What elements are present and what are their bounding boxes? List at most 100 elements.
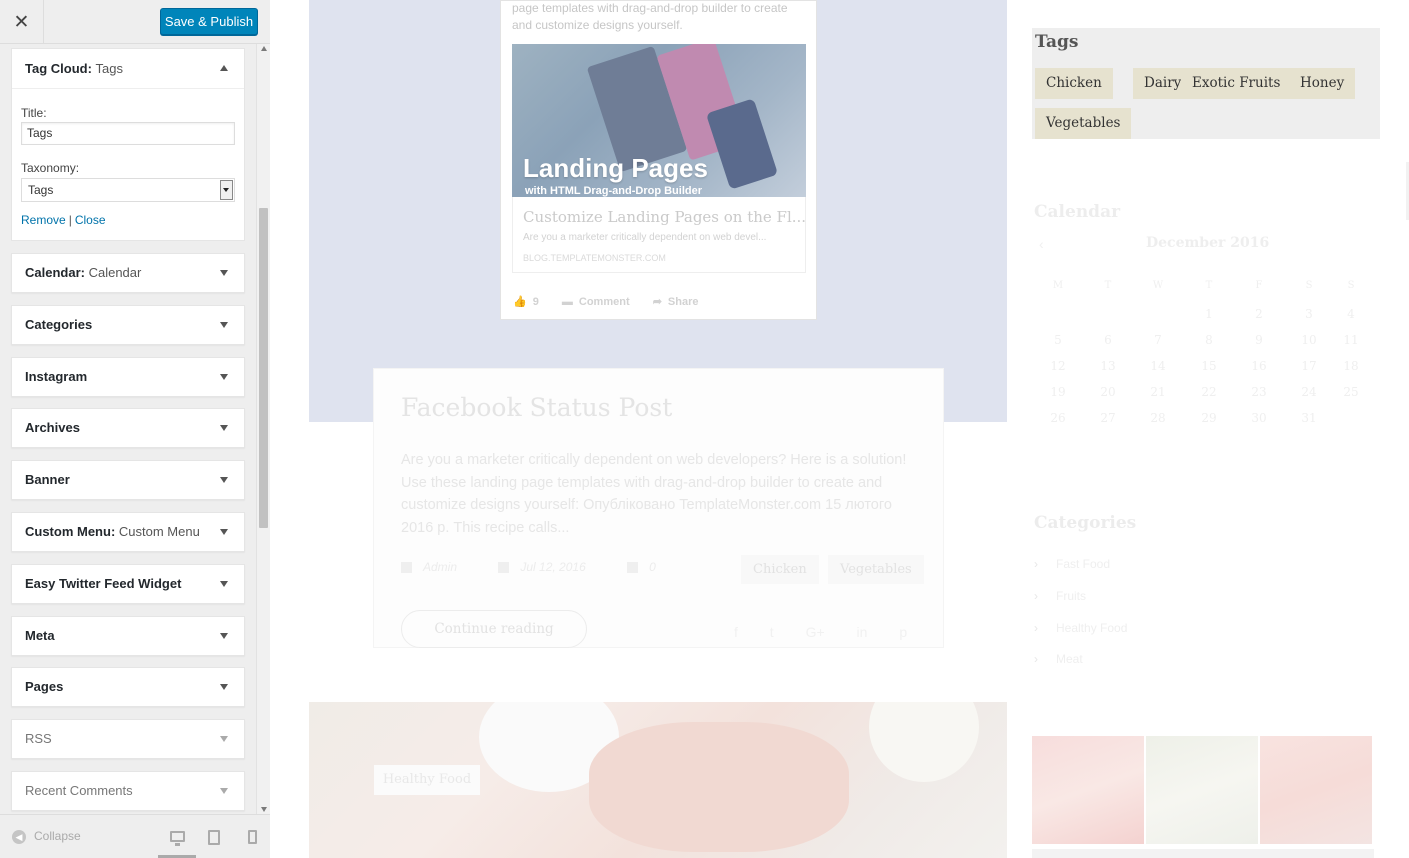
- widget-item[interactable]: Instagram: [11, 357, 245, 397]
- category-badge[interactable]: Healthy Food: [374, 765, 480, 795]
- category-item[interactable]: › Healthy Food: [1034, 621, 1127, 635]
- widget-subtitle: Custom Menu: [118, 524, 200, 539]
- post-tag[interactable]: Vegetables: [828, 555, 924, 584]
- widget-title: Archives: [25, 409, 80, 447]
- post-tag[interactable]: Chicken: [741, 555, 819, 584]
- widget-item[interactable]: Custom Menu: Custom Menu: [11, 512, 245, 552]
- taxonomy-value: Tags: [28, 183, 54, 197]
- google-plus-icon[interactable]: G+: [806, 624, 825, 640]
- tag-chip[interactable]: Chicken: [1035, 68, 1113, 99]
- instagram-photo[interactable]: [1032, 736, 1144, 844]
- landing-pages-image[interactable]: Landing Pages with HTML Drag-and-Drop Bu…: [512, 44, 806, 197]
- calendar-day: 15: [1201, 359, 1217, 373]
- post-comments[interactable]: 0: [649, 560, 656, 574]
- tablet-preview-icon[interactable]: [208, 830, 220, 845]
- category-label: Fruits: [1056, 589, 1086, 603]
- widget-title: Instagram: [25, 358, 87, 396]
- thumbs-up-icon: 👍: [513, 296, 527, 308]
- chevron-down-icon[interactable]: [220, 270, 228, 276]
- device-shape: [705, 98, 779, 190]
- fb-link-title[interactable]: Customize Landing Pages on the Fl...: [523, 208, 806, 226]
- fb-actions: 👍 9 ▬ Comment ➦ Share: [513, 295, 718, 308]
- calendar-day: 12: [1050, 359, 1066, 373]
- chevron-down-icon[interactable]: [220, 633, 228, 639]
- comment-icon: [627, 562, 639, 574]
- category-item[interactable]: › Fruits: [1034, 589, 1086, 603]
- tag-chip[interactable]: Exotic Fruits: [1181, 68, 1292, 99]
- linkedin-icon[interactable]: in: [857, 624, 868, 640]
- chevron-down-icon[interactable]: [220, 425, 228, 431]
- widget-title: Easy Twitter Feed Widget: [25, 565, 181, 603]
- close-icon[interactable]: ✕: [0, 0, 44, 44]
- widget-item[interactable]: Meta: [11, 616, 245, 656]
- widget-item[interactable]: Calendar: Calendar: [11, 253, 245, 293]
- chevron-down-icon[interactable]: [220, 477, 228, 483]
- chevron-down-icon[interactable]: [220, 788, 228, 794]
- chevron-down-icon[interactable]: [220, 322, 228, 328]
- chevron-down-icon[interactable]: [220, 581, 228, 587]
- collapse-button[interactable]: ◀ Collapse: [12, 829, 81, 844]
- widget-actions: Remove | Close: [21, 213, 106, 227]
- pinterest-icon[interactable]: p: [899, 624, 907, 640]
- sidebar-scrollbar[interactable]: [256, 44, 270, 814]
- chevron-down-icon[interactable]: [220, 529, 228, 535]
- twitter-icon[interactable]: t: [770, 624, 774, 640]
- tag-chip[interactable]: Honey: [1289, 68, 1356, 99]
- site-preview: page templates with drag-and-drop builde…: [271, 0, 1409, 858]
- widget-subtitle: Calendar: [88, 265, 142, 280]
- calendar-day: 23: [1251, 385, 1267, 399]
- comment-label: Comment: [578, 296, 630, 308]
- post-date: Jul 12, 2016: [520, 560, 586, 574]
- share-button[interactable]: ➦ Share: [653, 295, 699, 308]
- category-item[interactable]: › Meat: [1034, 652, 1083, 666]
- chevron-down-icon[interactable]: [220, 180, 233, 200]
- widget-item[interactable]: Categories: [11, 305, 245, 345]
- calendar-prev-icon[interactable]: ‹: [1039, 236, 1044, 252]
- taxonomy-label: Taxonomy:: [21, 161, 80, 175]
- sidebar-header: ✕ Save & Publish: [0, 0, 270, 44]
- like-button[interactable]: 👍 9: [513, 295, 539, 308]
- instagram-photo[interactable]: [1260, 736, 1372, 844]
- widget-title: Banner: [25, 461, 70, 499]
- remove-link[interactable]: Remove: [21, 213, 66, 227]
- taxonomy-select[interactable]: Tags: [21, 178, 235, 202]
- widget-item[interactable]: Easy Twitter Feed Widget: [11, 564, 245, 604]
- calendar-weekday: T: [1104, 280, 1112, 291]
- tag-chip[interactable]: Vegetables: [1035, 108, 1132, 139]
- calendar-day: 31: [1301, 411, 1317, 425]
- save-publish-button[interactable]: Save & Publish: [160, 8, 258, 35]
- collapse-label: Collapse: [34, 829, 81, 843]
- widget-item[interactable]: Recent Comments: [11, 771, 245, 811]
- title-field[interactable]: Tags: [21, 122, 235, 145]
- widget-item[interactable]: Pages: [11, 667, 245, 707]
- scrollbar-thumb[interactable]: [259, 208, 268, 528]
- post-title[interactable]: Facebook Status Post: [401, 393, 672, 422]
- mobile-preview-icon[interactable]: [248, 830, 257, 844]
- category-item[interactable]: › Fast Food: [1034, 557, 1110, 571]
- calendar-day: 19: [1050, 385, 1066, 399]
- scroll-down-icon[interactable]: [261, 807, 267, 812]
- widget-tag-cloud-header[interactable]: Tag Cloud: Tags: [12, 49, 244, 89]
- chevron-down-icon[interactable]: [220, 684, 228, 690]
- chevron-up-icon[interactable]: [220, 65, 228, 71]
- comment-button[interactable]: ▬ Comment: [562, 296, 630, 308]
- facebook-icon[interactable]: f: [734, 624, 738, 640]
- calendar-icon: [498, 562, 510, 574]
- desktop-preview-icon[interactable]: [170, 831, 185, 846]
- widget-item[interactable]: Banner: [11, 460, 245, 500]
- widget-name: Calendar:: [25, 265, 85, 280]
- image-shape: [589, 722, 849, 852]
- continue-reading-button[interactable]: Continue reading: [401, 610, 587, 648]
- chevron-down-icon[interactable]: [220, 374, 228, 380]
- close-link[interactable]: Close: [75, 213, 106, 227]
- title-label: Title:: [21, 106, 47, 120]
- instagram-photo[interactable]: [1146, 736, 1258, 844]
- widget-item[interactable]: Archives: [11, 408, 245, 448]
- chevron-down-icon[interactable]: [220, 736, 228, 742]
- comment-icon: ▬: [561, 296, 573, 308]
- post-excerpt: Are you a marketer critically dependent …: [401, 452, 907, 536]
- widget-item[interactable]: RSS: [11, 719, 245, 759]
- post-author[interactable]: Admin: [423, 560, 457, 574]
- scroll-up-icon[interactable]: [261, 46, 267, 51]
- fb-link-domain: BLOG.TEMPLATEMONSTER.COM: [523, 253, 666, 263]
